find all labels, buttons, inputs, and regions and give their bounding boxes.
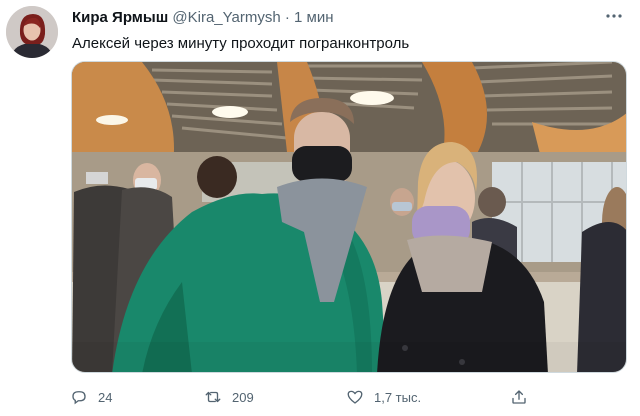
tweet-header: Кира Ярмыш @Kira_Yarmysh · 1 мин bbox=[72, 9, 334, 27]
display-name[interactable]: Кира Ярмыш bbox=[72, 9, 168, 26]
speech-bubble-icon bbox=[72, 391, 86, 405]
retweet-button[interactable]: 209 bbox=[204, 384, 254, 410]
share-upload-icon bbox=[512, 390, 526, 404]
user-handle[interactable]: @Kira_Yarmysh bbox=[172, 9, 280, 26]
tweet-actions: 24 209 1,7 тыс. bbox=[70, 384, 630, 410]
timestamp[interactable]: 1 мин bbox=[294, 9, 334, 26]
retweet-arrows-icon bbox=[205, 391, 221, 403]
share-button[interactable] bbox=[510, 384, 538, 410]
like-button[interactable]: 1,7 тыс. bbox=[346, 384, 421, 410]
like-count: 1,7 тыс. bbox=[374, 389, 422, 405]
heart-icon bbox=[347, 390, 363, 404]
tweet[interactable]: Кира Ярмыш @Kira_Yarmysh · 1 мин Алексей… bbox=[0, 0, 640, 416]
more-dots-icon[interactable] bbox=[602, 6, 626, 26]
retweet-count: 209 bbox=[232, 389, 254, 405]
reply-button[interactable]: 24 bbox=[70, 384, 112, 410]
tweet-photo[interactable] bbox=[71, 61, 627, 373]
separator-dot: · bbox=[284, 9, 290, 26]
reply-count: 24 bbox=[98, 389, 113, 405]
tweet-text: Алексей через минуту проходит погранконт… bbox=[72, 35, 410, 52]
avatar[interactable] bbox=[6, 6, 58, 58]
